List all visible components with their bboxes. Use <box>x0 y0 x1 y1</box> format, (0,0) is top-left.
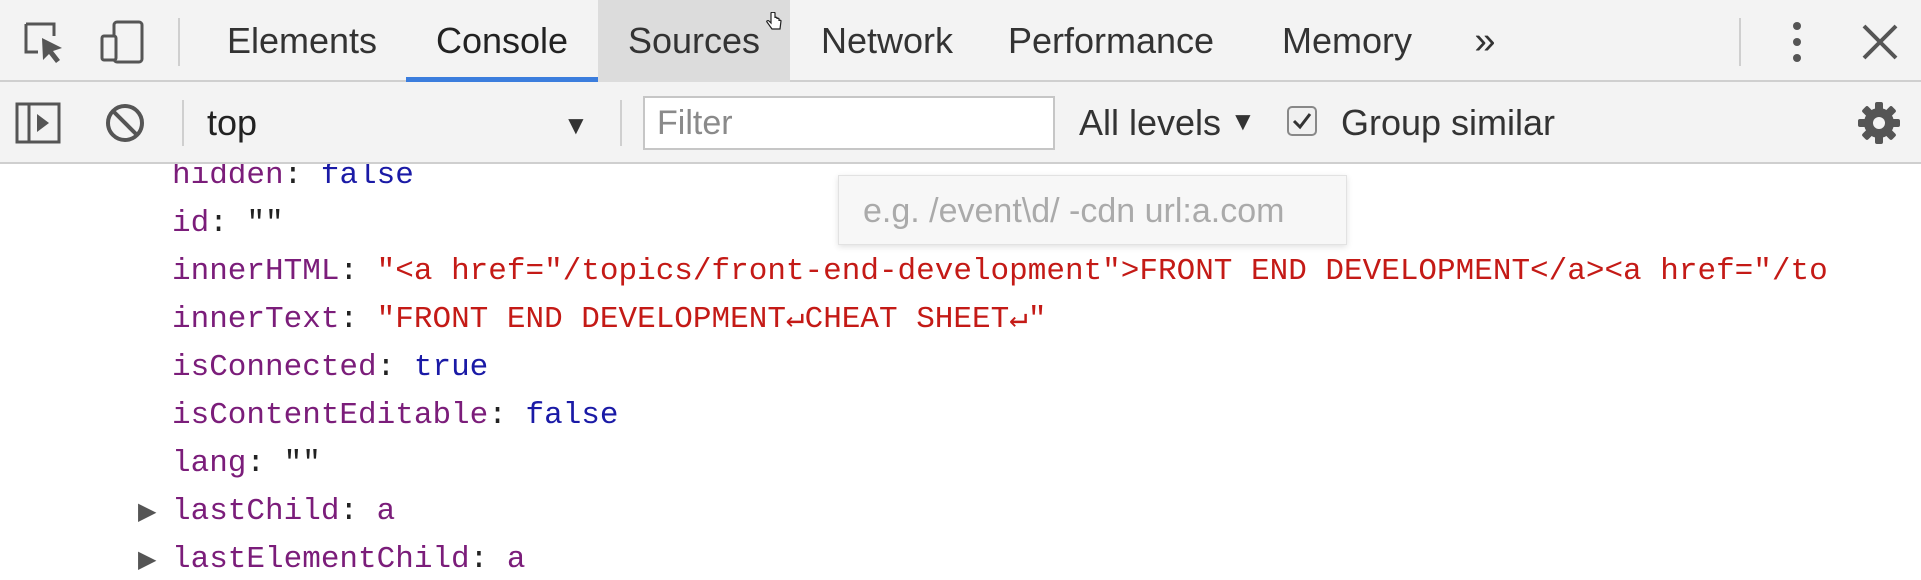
kebab-menu-icon[interactable] <box>1773 18 1821 66</box>
property-value: a <box>376 494 396 529</box>
property-value: "" <box>246 206 284 241</box>
sidebar-toggle-icon[interactable] <box>15 100 61 146</box>
property-row[interactable]: id: "" <box>172 200 284 248</box>
toolbar-separator <box>178 18 180 66</box>
tab-sources[interactable]: Sources <box>598 0 790 82</box>
property-value: "FRONT END DEVELOPMENT↵CHEAT SHEET↵" <box>376 302 1047 337</box>
property-key: lang <box>172 446 247 481</box>
console-toolbar: top ▼ All levels ▼ Group similar <box>0 82 1921 164</box>
toolbar-separator <box>1739 18 1741 66</box>
tab-performance[interactable]: Performance <box>998 0 1224 82</box>
log-levels-dropdown[interactable]: All levels <box>1079 102 1221 144</box>
expand-triangle-icon[interactable]: ▶ <box>138 488 156 536</box>
close-icon[interactable] <box>1856 18 1904 66</box>
dropdown-arrow-icon[interactable]: ▼ <box>563 110 589 141</box>
clear-console-icon[interactable] <box>104 102 146 144</box>
tab-elements[interactable]: Elements <box>212 0 392 82</box>
devtools-tab-bar: Elements Console Sources Network Perform… <box>0 0 1921 82</box>
checkbox-icon <box>1292 113 1312 130</box>
property-key: lastChild <box>172 494 340 529</box>
property-row[interactable]: lastElementChild: a <box>172 536 525 580</box>
group-similar-checkbox[interactable] <box>1287 106 1317 136</box>
filter-hint-tooltip: e.g. /event\d/ -cdn url:a.com <box>838 175 1347 245</box>
property-key: id <box>172 206 210 241</box>
toolbar-separator <box>620 100 622 146</box>
property-value: "" <box>283 446 321 481</box>
property-row[interactable]: isConnected: true <box>172 344 488 392</box>
hand-cursor-icon <box>766 12 782 30</box>
property-value: false <box>525 398 619 433</box>
property-row[interactable]: hidden: false <box>172 164 414 200</box>
property-separator: : <box>488 398 526 433</box>
settings-gear-icon[interactable] <box>1857 101 1901 145</box>
tab-memory[interactable]: Memory <box>1262 0 1432 82</box>
dropdown-arrow-icon[interactable]: ▼ <box>1230 106 1256 137</box>
property-key: innerHTML <box>172 254 340 289</box>
tab-network[interactable]: Network <box>802 0 972 82</box>
filter-input[interactable] <box>643 96 1055 150</box>
property-value: true <box>413 350 489 385</box>
property-row[interactable]: innerText: "FRONT END DEVELOPMENT↵CHEAT … <box>172 296 1047 344</box>
property-separator: : <box>339 494 377 529</box>
property-key: isContentEditable <box>172 398 489 433</box>
property-value: "<a href="/topics/front-end-development"… <box>376 254 1828 289</box>
toolbar-separator <box>182 100 184 146</box>
property-separator: : <box>339 254 377 289</box>
device-toolbar-icon[interactable] <box>98 18 146 66</box>
property-value: a <box>506 542 526 577</box>
property-separator: : <box>339 302 377 337</box>
property-value: false <box>320 164 414 193</box>
expand-triangle-icon[interactable]: ▶ <box>138 536 156 580</box>
more-tabs-icon[interactable]: » <box>1460 0 1510 82</box>
property-key: hidden <box>172 164 284 193</box>
property-key: isConnected <box>172 350 377 385</box>
property-separator: : <box>469 542 507 577</box>
inspect-element-icon[interactable] <box>20 18 68 66</box>
property-row[interactable]: innerHTML: "<a href="/topics/front-end-d… <box>172 248 1828 296</box>
property-row[interactable]: isContentEditable: false <box>172 392 619 440</box>
property-separator: : <box>209 206 247 241</box>
tab-console[interactable]: Console <box>406 0 598 82</box>
property-row[interactable]: lang: "" <box>172 440 321 488</box>
property-key: innerText <box>172 302 340 337</box>
property-separator: : <box>246 446 284 481</box>
context-selector[interactable]: top <box>207 102 257 144</box>
property-key: lastElementChild <box>172 542 470 577</box>
property-row[interactable]: lastChild: a <box>172 488 395 536</box>
group-similar-label: Group similar <box>1341 102 1556 143</box>
property-separator: : <box>283 164 321 193</box>
property-separator: : <box>376 350 414 385</box>
